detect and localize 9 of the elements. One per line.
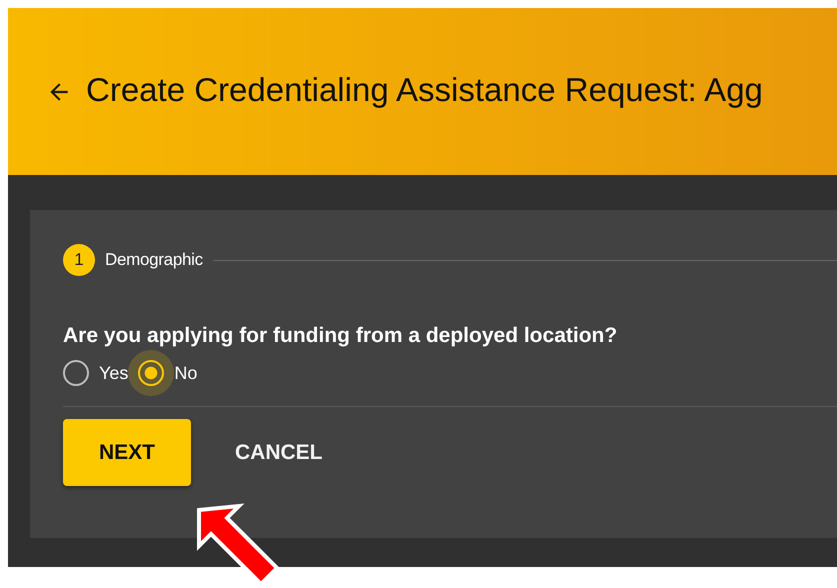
next-button[interactable]: NEXT: [63, 419, 191, 486]
cancel-button[interactable]: CANCEL: [235, 432, 322, 472]
radio-label[interactable]: No: [174, 362, 198, 384]
question-label: Are you applying for funding from a deployed location?: [63, 324, 618, 348]
step-label: Demographic: [105, 250, 203, 270]
step-number: 1: [63, 244, 95, 276]
radio-button[interactable]: [128, 350, 174, 396]
radio-label[interactable]: Yes: [99, 362, 128, 384]
page-title: Create Credentialing Assistance Request: Agg: [86, 70, 763, 108]
